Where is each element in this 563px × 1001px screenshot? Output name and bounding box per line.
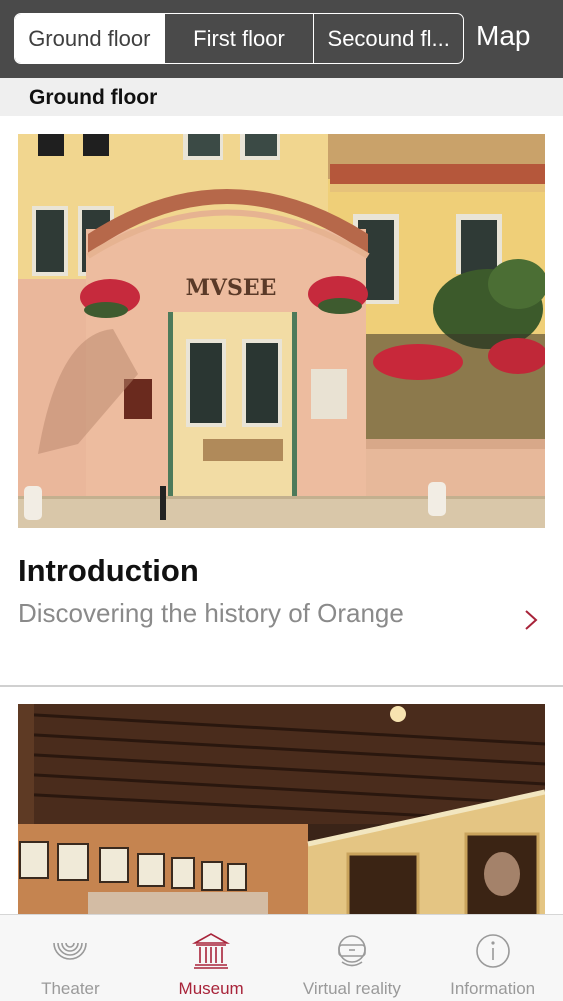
top-navigation-bar: Ground floor First floor Secound fl... M… [0, 0, 563, 78]
floor-segmented-control: Ground floor First floor Secound fl... [14, 13, 464, 64]
card-title: Introduction [18, 553, 199, 588]
bottom-tab-bar: Theater Museum Virtual reality Informati… [0, 914, 563, 1001]
tab-theater[interactable]: Theater [0, 915, 141, 1001]
museum-sign-text: MVSEE [186, 275, 277, 301]
tab-label: Information [450, 979, 536, 998]
tab-museum[interactable]: Museum [141, 915, 282, 1001]
section-header: Ground floor [0, 78, 563, 116]
tab-label: Museum [178, 979, 244, 998]
tab-label: Virtual reality [302, 979, 401, 998]
chevron-right-icon[interactable] [520, 606, 542, 634]
theater-arcs-icon [53, 942, 88, 960]
tab-information[interactable]: Information [422, 915, 563, 1001]
info-circle-icon [475, 934, 510, 968]
tab-virtual-reality[interactable]: Virtual reality [282, 915, 423, 1001]
second-card-image[interactable] [18, 704, 545, 918]
museum-building-icon [192, 933, 231, 969]
introduction-card-image[interactable]: MVSEE [18, 134, 545, 528]
segment-second-floor[interactable]: Secound fl... [313, 14, 463, 63]
section-title: Ground floor [29, 86, 158, 109]
tab-label: Theater [41, 979, 100, 998]
segment-first-floor[interactable]: First floor [163, 14, 314, 63]
card-divider [0, 685, 563, 687]
vr-headset-icon [338, 935, 366, 967]
museum-interior-photo [18, 704, 545, 918]
map-button[interactable]: Map [476, 20, 530, 52]
museum-facade-photo: MVSEE [18, 134, 545, 528]
card-subtitle: Discovering the history of Orange [18, 598, 404, 628]
segment-ground-floor[interactable]: Ground floor [15, 14, 164, 63]
